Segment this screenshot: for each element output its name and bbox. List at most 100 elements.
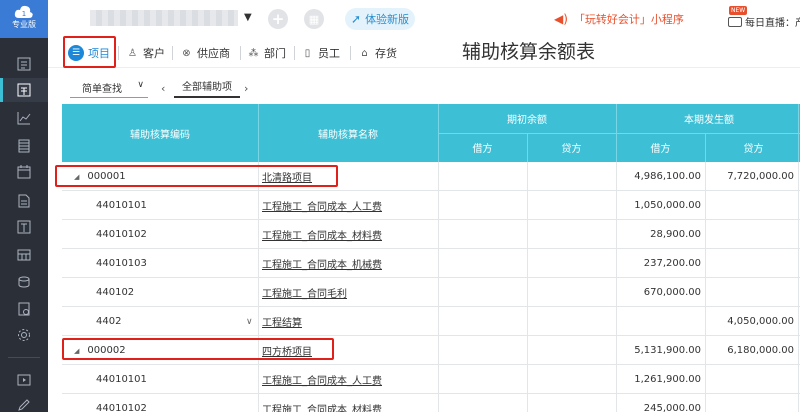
- cash-icon[interactable]: [15, 273, 33, 291]
- tab-inventory[interactable]: ⌂ 存货: [358, 42, 397, 64]
- user-icon: ♙: [128, 47, 137, 59]
- column-divider: [705, 162, 706, 412]
- tab-divider: [350, 46, 351, 60]
- simple-search-dropdown[interactable]: 简单查找 ∨: [70, 80, 148, 98]
- cell-code: 440102: [96, 278, 254, 307]
- cell-opening-debit: [438, 365, 523, 394]
- try-new-version-label: 体验新版: [365, 13, 410, 26]
- tab-supplier[interactable]: ⊗ 供应商: [180, 42, 230, 64]
- calendar-icon[interactable]: [15, 163, 33, 181]
- home-icon: ⌂: [361, 47, 368, 59]
- column-divider: [258, 162, 259, 412]
- header-divider: [258, 104, 259, 162]
- asset-icon[interactable]: [15, 246, 33, 264]
- highlight-box-row-2: [62, 338, 334, 360]
- cell-code: 4402: [96, 307, 254, 336]
- aux-name-link[interactable]: 工程施工_合同毛利: [262, 285, 347, 300]
- voucher-icon[interactable]: [15, 81, 33, 99]
- cell-current-debit: 28,900.00: [650, 229, 701, 240]
- table-row[interactable]: 44010101 工程施工_合同成本_人工费 1,050,000.00: [62, 191, 800, 220]
- cell-opening-credit: [527, 220, 612, 249]
- simple-search-label: 简单查找: [82, 84, 122, 95]
- tab-department[interactable]: ⁂ 部门: [247, 42, 287, 64]
- tab-divider: [118, 46, 119, 60]
- cell-current-credit: [705, 191, 794, 220]
- video-icon[interactable]: [15, 371, 33, 389]
- table-row[interactable]: 44010101 工程施工_合同成本_人工费 1,261,900.00: [62, 365, 800, 394]
- aux-name-link[interactable]: 工程施工_合同成本_材料费: [262, 227, 382, 242]
- apps-grid-icon[interactable]: ▦: [304, 9, 324, 29]
- cell-opening-credit: [527, 191, 612, 220]
- document-icon[interactable]: [15, 192, 33, 210]
- svg-text:1: 1: [22, 10, 26, 18]
- list-icon[interactable]: [15, 55, 33, 73]
- cell-code: 44010101: [96, 191, 254, 220]
- table-row[interactable]: 440102 工程施工_合同毛利 670,000.00: [62, 278, 800, 307]
- header-opening-debit: 借方: [472, 144, 493, 155]
- cell-current-credit: [705, 249, 794, 278]
- header-opening: 期初余额: [507, 115, 547, 126]
- cell-opening-credit: [527, 394, 612, 412]
- aux-name-link[interactable]: 工程结算: [262, 314, 302, 329]
- app-window: 1 专业版 ▼ + ▦ ➚ 体验新版 ◀) 「玩转好会计」小程序 NEW 每日直…: [0, 0, 800, 412]
- report-icon[interactable]: [15, 218, 33, 236]
- table-row[interactable]: 44010102 工程施工_合同成本_材料费 245,000.00: [62, 394, 800, 412]
- cell-current-debit: 5,131,900.00: [634, 345, 701, 356]
- cell-current-debit: 245,000.00: [643, 403, 701, 412]
- aux-name-link[interactable]: 工程施工_合同成本_机械费: [262, 256, 382, 271]
- tab-employee[interactable]: ▯ 员工: [301, 42, 340, 64]
- cell-name: 工程结算: [262, 307, 436, 336]
- tab-label: 部门: [264, 47, 286, 60]
- cell-current-debit: 1,261,900.00: [634, 374, 701, 385]
- caret-down-icon[interactable]: ▼: [244, 12, 252, 23]
- cell-opening-debit: [438, 394, 523, 412]
- live-broadcast-link[interactable]: 每日直播：产品实: [728, 14, 800, 29]
- chart-icon[interactable]: [15, 109, 33, 127]
- tab-label: 客户: [143, 47, 165, 60]
- code-text: 44010102: [96, 229, 147, 240]
- promo-link[interactable]: ◀) 「玩转好会计」小程序: [554, 11, 684, 27]
- cell-current-credit: [705, 220, 794, 249]
- left-rail: 1 专业版: [0, 0, 48, 412]
- tab-customer[interactable]: ♙ 客户: [126, 42, 165, 64]
- tab-label: 存货: [375, 47, 397, 60]
- company-selector[interactable]: [90, 10, 238, 26]
- cell-code: 44010102: [96, 394, 254, 412]
- header-current-debit: 借方: [650, 144, 671, 155]
- chevron-right-icon[interactable]: ›: [244, 82, 248, 95]
- row-expand-chevron-icon[interactable]: ∨: [246, 307, 256, 336]
- header-current-credit: 贷方: [743, 144, 764, 155]
- cell-current-credit: 7,720,000.00: [727, 171, 794, 182]
- table-row[interactable]: 44010103 工程施工_合同成本_机械费 237,200.00: [62, 249, 800, 278]
- aux-name-link[interactable]: 工程施工_合同成本_人工费: [262, 198, 382, 213]
- product-logo[interactable]: 1 专业版: [0, 0, 48, 38]
- add-circle-icon[interactable]: +: [268, 9, 288, 29]
- cell-current-credit: [705, 394, 794, 412]
- cloud-logo-icon: 1: [14, 5, 33, 18]
- tab-divider: [172, 46, 173, 60]
- balance-table: 辅助核算编码 辅助核算名称 期初余额 本期发生额 借方 贷方 借方 贷方 ◢ 00…: [62, 104, 800, 412]
- table-row[interactable]: 44010102 工程施工_合同成本_材料费 28,900.00: [62, 220, 800, 249]
- settings-icon[interactable]: [15, 326, 33, 344]
- cell-opening-debit: [438, 307, 523, 336]
- aux-name-link[interactable]: 工程施工_合同成本_材料费: [262, 401, 382, 412]
- aux-type-tabs: ☰ 项目 ♙ 客户 ⊗ 供应商 ⁂ 部门 ▯ 员工 ⌂ 存货: [48, 38, 800, 68]
- all-aux-items-chip[interactable]: 全部辅助项: [174, 80, 240, 98]
- ledger-icon[interactable]: [15, 137, 33, 155]
- badge-icon: ▯: [304, 47, 311, 59]
- aux-name-link[interactable]: 工程施工_合同成本_人工费: [262, 372, 382, 387]
- chevron-left-icon[interactable]: ‹: [161, 82, 165, 95]
- org-icon: ⁂: [248, 47, 259, 59]
- tab-label: 员工: [318, 47, 340, 60]
- cell-opening-debit: [438, 249, 523, 278]
- try-new-version-button[interactable]: ➚ 体验新版: [345, 8, 415, 30]
- cell-code: 44010101: [96, 365, 254, 394]
- cell-opening-credit: [527, 278, 612, 307]
- cell-name: 工程施工_合同成本_机械费: [262, 249, 436, 278]
- edit-icon[interactable]: [15, 396, 33, 412]
- header-code: 辅助核算编码: [130, 129, 190, 141]
- invoice-icon[interactable]: [15, 300, 33, 318]
- table-row[interactable]: 4402 工程结算 4,050,000.00 ∨: [62, 307, 800, 336]
- cell-opening-debit: [438, 278, 523, 307]
- code-text: 44010101: [96, 374, 147, 385]
